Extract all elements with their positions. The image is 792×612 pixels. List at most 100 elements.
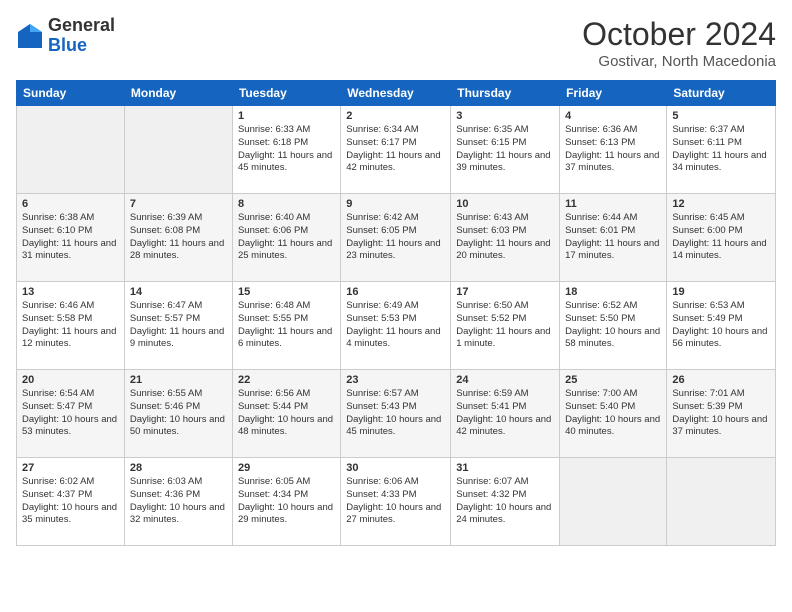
calendar-week-2: 6 Sunrise: 6:38 AM Sunset: 6:10 PM Daylig… [17,194,776,282]
calendar: SundayMondayTuesdayWednesdayThursdayFrid… [16,80,776,546]
day-of-week-sunday: Sunday [17,81,125,106]
calendar-cell: 7Sunrise: 6:39 AM Sunset: 6:08 PM Daylig… [124,194,232,282]
day-number: 15 [238,286,335,298]
day-number: 4 [565,110,661,122]
day-of-week-wednesday: Wednesday [341,81,451,106]
cell-info: Sunrise: 6:37 AM Sunset: 6:11 PM Dayligh… [672,124,770,175]
page-header: General Blue October 2024 Gostivar, Nort… [16,16,776,70]
calendar-cell: 18Sunrise: 6:52 AM Sunset: 5:50 PM Dayli… [560,282,667,370]
calendar-cell: 19 Sunrise: 6:53 AM Sunset: 5:49 PM Dayli… [667,282,776,370]
calendar-cell: 15 Sunrise: 6:48 AM Sunset: 5:55 PM Dayli… [232,282,340,370]
day-number: 9 [346,198,445,210]
cell-info: Sunrise: 6:43 AM Sunset: 6:03 PM Dayligh… [456,212,554,263]
day-number: 3 [456,110,554,122]
calendar-cell: 1 Sunrise: 6:33 AM Sunset: 6:18 PM Daylig… [232,106,340,194]
day-of-week-tuesday: Tuesday [232,81,340,106]
calendar-week-4: 20 Sunrise: 6:54 AM Sunset: 5:47 PM Dayli… [17,370,776,458]
month-title: October 2024 [582,16,776,53]
cell-info: Sunrise: 6:42 AM Sunset: 6:05 PM Dayligh… [346,212,445,263]
calendar-cell: 26Sunrise: 7:01 AM Sunset: 5:39 PM Dayli… [667,370,776,458]
day-of-week-friday: Friday [560,81,667,106]
calendar-cell [667,458,776,546]
day-number: 16 [346,286,445,298]
logo-icon [16,22,44,50]
cell-info: Sunrise: 6:33 AM Sunset: 6:18 PM Dayligh… [238,124,335,175]
day-number: 20 [22,374,119,386]
cell-info: Sunrise: 6:53 AM Sunset: 5:49 PM Dayligh… [672,300,770,351]
calendar-cell: 11 Sunrise: 6:44 AM Sunset: 6:01 PM Dayli… [560,194,667,282]
day-number: 28 [130,462,227,474]
day-number: 21 [130,374,227,386]
cell-info: Sunrise: 6:54 AM Sunset: 5:47 PM Dayligh… [22,388,119,439]
calendar-cell: 17 Sunrise: 6:50 AM Sunset: 5:52 PM Dayli… [451,282,560,370]
cell-info: Sunrise: 7:01 AM Sunset: 5:39 PM Dayligh… [672,388,770,439]
calendar-cell [560,458,667,546]
calendar-cell: 10 Sunrise: 6:43 AM Sunset: 6:03 PM Dayli… [451,194,560,282]
day-number: 24 [456,374,554,386]
calendar-cell: 28 Sunrise: 6:03 AM Sunset: 4:36 PM Dayli… [124,458,232,546]
calendar-cell: 5Sunrise: 6:37 AM Sunset: 6:11 PM Daylig… [667,106,776,194]
cell-info: Sunrise: 6:46 AM Sunset: 5:58 PM Dayligh… [22,300,119,351]
calendar-cell: 16 Sunrise: 6:49 AM Sunset: 5:53 PM Dayli… [341,282,451,370]
day-number: 11 [565,198,661,210]
cell-info: Sunrise: 6:49 AM Sunset: 5:53 PM Dayligh… [346,300,445,351]
cell-info: Sunrise: 6:02 AM Sunset: 4:37 PM Dayligh… [22,476,119,527]
day-number: 8 [238,198,335,210]
calendar-cell: 4 Sunrise: 6:36 AM Sunset: 6:13 PM Daylig… [560,106,667,194]
calendar-cell: 13Sunrise: 6:46 AM Sunset: 5:58 PM Dayli… [17,282,125,370]
calendar-cell [124,106,232,194]
day-number: 19 [672,286,770,298]
calendar-cell: 24 Sunrise: 6:59 AM Sunset: 5:41 PM Dayli… [451,370,560,458]
calendar-cell: 21Sunrise: 6:55 AM Sunset: 5:46 PM Dayli… [124,370,232,458]
calendar-cell: 14 Sunrise: 6:47 AM Sunset: 5:57 PM Dayli… [124,282,232,370]
cell-info: Sunrise: 6:48 AM Sunset: 5:55 PM Dayligh… [238,300,335,351]
cell-info: Sunrise: 6:50 AM Sunset: 5:52 PM Dayligh… [456,300,554,351]
cell-info: Sunrise: 6:44 AM Sunset: 6:01 PM Dayligh… [565,212,661,263]
cell-info: Sunrise: 6:07 AM Sunset: 4:32 PM Dayligh… [456,476,554,527]
cell-info: Sunrise: 6:59 AM Sunset: 5:41 PM Dayligh… [456,388,554,439]
day-number: 12 [672,198,770,210]
cell-info: Sunrise: 6:34 AM Sunset: 6:17 PM Dayligh… [346,124,445,175]
calendar-week-3: 13Sunrise: 6:46 AM Sunset: 5:58 PM Dayli… [17,282,776,370]
day-number: 7 [130,198,227,210]
cell-info: Sunrise: 6:56 AM Sunset: 5:44 PM Dayligh… [238,388,335,439]
day-of-week-monday: Monday [124,81,232,106]
calendar-cell: 30 Sunrise: 6:06 AM Sunset: 4:33 PM Dayli… [341,458,451,546]
cell-info: Sunrise: 6:05 AM Sunset: 4:34 PM Dayligh… [238,476,335,527]
day-number: 17 [456,286,554,298]
day-number: 25 [565,374,661,386]
cell-info: Sunrise: 7:00 AM Sunset: 5:40 PM Dayligh… [565,388,661,439]
cell-info: Sunrise: 6:52 AM Sunset: 5:50 PM Dayligh… [565,300,661,351]
calendar-cell: 20 Sunrise: 6:54 AM Sunset: 5:47 PM Dayli… [17,370,125,458]
calendar-cell: 29 Sunrise: 6:05 AM Sunset: 4:34 PM Dayli… [232,458,340,546]
calendar-cell: 2 Sunrise: 6:34 AM Sunset: 6:17 PM Daylig… [341,106,451,194]
calendar-cell: 31Sunrise: 6:07 AM Sunset: 4:32 PM Dayli… [451,458,560,546]
cell-info: Sunrise: 6:03 AM Sunset: 4:36 PM Dayligh… [130,476,227,527]
calendar-header: SundayMondayTuesdayWednesdayThursdayFrid… [17,81,776,106]
cell-info: Sunrise: 6:47 AM Sunset: 5:57 PM Dayligh… [130,300,227,351]
cell-info: Sunrise: 6:57 AM Sunset: 5:43 PM Dayligh… [346,388,445,439]
day-number: 2 [346,110,445,122]
cell-info: Sunrise: 6:45 AM Sunset: 6:00 PM Dayligh… [672,212,770,263]
cell-info: Sunrise: 6:38 AM Sunset: 6:10 PM Dayligh… [22,212,119,263]
day-of-week-saturday: Saturday [667,81,776,106]
day-number: 27 [22,462,119,474]
calendar-week-5: 27 Sunrise: 6:02 AM Sunset: 4:37 PM Dayli… [17,458,776,546]
logo-general: General [48,16,115,36]
calendar-cell: 9 Sunrise: 6:42 AM Sunset: 6:05 PM Daylig… [341,194,451,282]
day-number: 23 [346,374,445,386]
day-number: 14 [130,286,227,298]
cell-info: Sunrise: 6:35 AM Sunset: 6:15 PM Dayligh… [456,124,554,175]
day-number: 29 [238,462,335,474]
calendar-cell: 6 Sunrise: 6:38 AM Sunset: 6:10 PM Daylig… [17,194,125,282]
title-block: October 2024 Gostivar, North Macedonia [582,16,776,70]
day-number: 6 [22,198,119,210]
location-title: Gostivar, North Macedonia [582,53,776,70]
day-number: 10 [456,198,554,210]
day-number: 30 [346,462,445,474]
cell-info: Sunrise: 6:36 AM Sunset: 6:13 PM Dayligh… [565,124,661,175]
logo-text: General Blue [48,16,115,56]
calendar-cell: 3 Sunrise: 6:35 AM Sunset: 6:15 PM Daylig… [451,106,560,194]
cell-info: Sunrise: 6:06 AM Sunset: 4:33 PM Dayligh… [346,476,445,527]
day-number: 1 [238,110,335,122]
